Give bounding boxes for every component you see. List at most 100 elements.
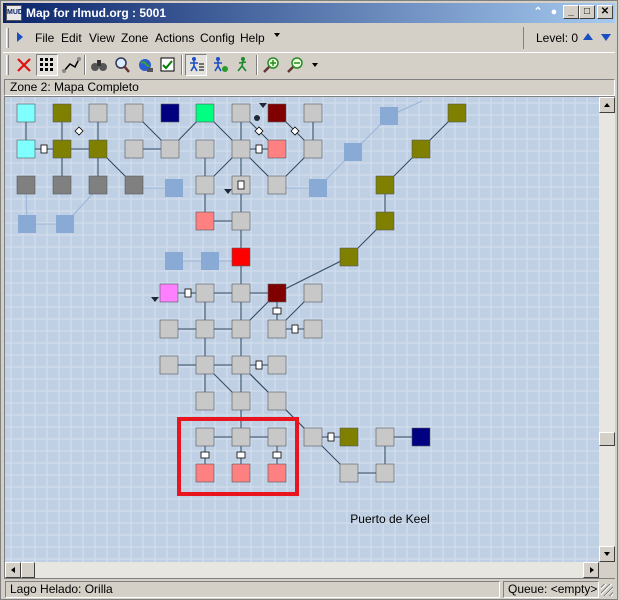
room-room[interactable] bbox=[375, 463, 395, 483]
horizontal-scrollbar[interactable] bbox=[5, 562, 599, 578]
room-room[interactable] bbox=[231, 391, 251, 411]
room-room[interactable] bbox=[195, 139, 215, 159]
find-button[interactable] bbox=[111, 54, 133, 76]
room-olive[interactable] bbox=[339, 427, 359, 447]
room-faded[interactable] bbox=[18, 215, 36, 233]
walk-to-button[interactable] bbox=[209, 54, 231, 76]
room-salmon[interactable] bbox=[231, 463, 251, 483]
room-room[interactable] bbox=[267, 355, 287, 375]
room-room[interactable] bbox=[195, 283, 215, 303]
room-olive[interactable] bbox=[52, 103, 72, 123]
menu-arrow-icon[interactable] bbox=[17, 32, 23, 42]
room-room[interactable] bbox=[231, 319, 251, 339]
menubar-grip[interactable] bbox=[6, 28, 9, 48]
room-room[interactable] bbox=[375, 427, 395, 447]
level-down-icon[interactable] bbox=[601, 34, 611, 41]
menu-help[interactable]: Help bbox=[240, 31, 265, 45]
vertical-scroll-thumb[interactable] bbox=[599, 432, 615, 446]
horizontal-scroll-thumb[interactable] bbox=[21, 562, 35, 578]
room-room[interactable] bbox=[195, 391, 215, 411]
room-room[interactable] bbox=[231, 103, 251, 123]
walk-mode-button[interactable] bbox=[185, 54, 207, 76]
room-olive[interactable] bbox=[375, 175, 395, 195]
room-red[interactable] bbox=[231, 247, 251, 267]
room-faded[interactable] bbox=[56, 215, 74, 233]
room-gray[interactable] bbox=[88, 175, 108, 195]
room-olive[interactable] bbox=[411, 139, 431, 159]
room-room[interactable] bbox=[160, 139, 180, 159]
scroll-right-button[interactable] bbox=[583, 562, 599, 578]
level-up-icon[interactable] bbox=[583, 33, 593, 40]
map-area[interactable]: Puerto de Keel bbox=[4, 96, 615, 579]
rollup-icon[interactable]: ⌃ bbox=[531, 5, 545, 19]
room-olive[interactable] bbox=[88, 139, 108, 159]
menu-config[interactable]: Config bbox=[200, 31, 235, 45]
scroll-up-button[interactable] bbox=[599, 97, 615, 113]
room-salmon[interactable] bbox=[267, 463, 287, 483]
room-gray[interactable] bbox=[52, 175, 72, 195]
route-button[interactable] bbox=[60, 54, 82, 76]
binoculars-button[interactable] bbox=[88, 54, 110, 76]
room-room[interactable] bbox=[124, 103, 144, 123]
room-room[interactable] bbox=[124, 139, 144, 159]
room-room[interactable] bbox=[303, 319, 323, 339]
room-room[interactable] bbox=[159, 319, 179, 339]
menu-overflow-icon[interactable] bbox=[274, 33, 280, 37]
room-room[interactable] bbox=[231, 355, 251, 375]
room-dark-red[interactable] bbox=[267, 103, 287, 123]
room-faded[interactable] bbox=[309, 179, 327, 197]
vertical-scrollbar[interactable] bbox=[599, 97, 615, 562]
room-room[interactable] bbox=[267, 391, 287, 411]
room-room[interactable] bbox=[231, 139, 251, 159]
room-magenta[interactable] bbox=[159, 283, 179, 303]
room-olive[interactable] bbox=[339, 247, 359, 267]
room-faded[interactable] bbox=[165, 252, 183, 270]
room-navy[interactable] bbox=[411, 427, 431, 447]
menu-edit[interactable]: Edit bbox=[61, 31, 82, 45]
room-olive[interactable] bbox=[375, 211, 395, 231]
room-room[interactable] bbox=[267, 175, 287, 195]
circle-icon[interactable]: ● bbox=[547, 5, 561, 19]
room-faded[interactable] bbox=[201, 252, 219, 270]
room-navy[interactable] bbox=[160, 103, 180, 123]
room-salmon[interactable] bbox=[267, 139, 287, 159]
room-room[interactable] bbox=[231, 211, 251, 231]
room-room[interactable] bbox=[303, 103, 323, 123]
delete-button[interactable] bbox=[13, 54, 35, 76]
toolbar-grip[interactable] bbox=[6, 55, 9, 75]
room-faded[interactable] bbox=[380, 107, 398, 125]
close-button[interactable]: ✕ bbox=[597, 5, 613, 19]
scroll-left-button[interactable] bbox=[5, 562, 21, 578]
menu-zone[interactable]: Zone bbox=[121, 31, 148, 45]
scroll-down-button[interactable] bbox=[599, 546, 615, 562]
room-room[interactable] bbox=[195, 319, 215, 339]
room-room[interactable] bbox=[339, 463, 359, 483]
zoom-in-button[interactable] bbox=[261, 54, 283, 76]
room-gray[interactable] bbox=[124, 175, 144, 195]
room-room[interactable] bbox=[88, 103, 108, 123]
minimize-button[interactable]: _ bbox=[563, 5, 579, 19]
room-room[interactable] bbox=[267, 427, 287, 447]
room-green[interactable] bbox=[195, 103, 215, 123]
room-faded[interactable] bbox=[344, 143, 362, 161]
room-salmon[interactable] bbox=[195, 211, 215, 231]
room-salmon[interactable] bbox=[195, 463, 215, 483]
title-bar[interactable]: MUD Map for rlmud.org : 5001 ⌃ ● _ □ ✕ bbox=[3, 3, 615, 23]
globe-button[interactable] bbox=[134, 54, 156, 76]
room-room[interactable] bbox=[159, 355, 179, 375]
check-button[interactable] bbox=[157, 54, 179, 76]
room-room[interactable] bbox=[303, 427, 323, 447]
room-dark-red[interactable] bbox=[267, 283, 287, 303]
grid-mode-button[interactable] bbox=[36, 54, 58, 76]
room-olive[interactable] bbox=[52, 139, 72, 159]
room-faded[interactable] bbox=[165, 179, 183, 197]
room-room[interactable] bbox=[231, 283, 251, 303]
menu-file[interactable]: File bbox=[35, 31, 54, 45]
room-room[interactable] bbox=[195, 427, 215, 447]
room-room[interactable] bbox=[303, 139, 323, 159]
room-room[interactable] bbox=[303, 283, 323, 303]
room-cyan[interactable] bbox=[16, 103, 36, 123]
room-room[interactable] bbox=[195, 355, 215, 375]
run-button[interactable] bbox=[232, 54, 254, 76]
room-olive[interactable] bbox=[447, 103, 467, 123]
